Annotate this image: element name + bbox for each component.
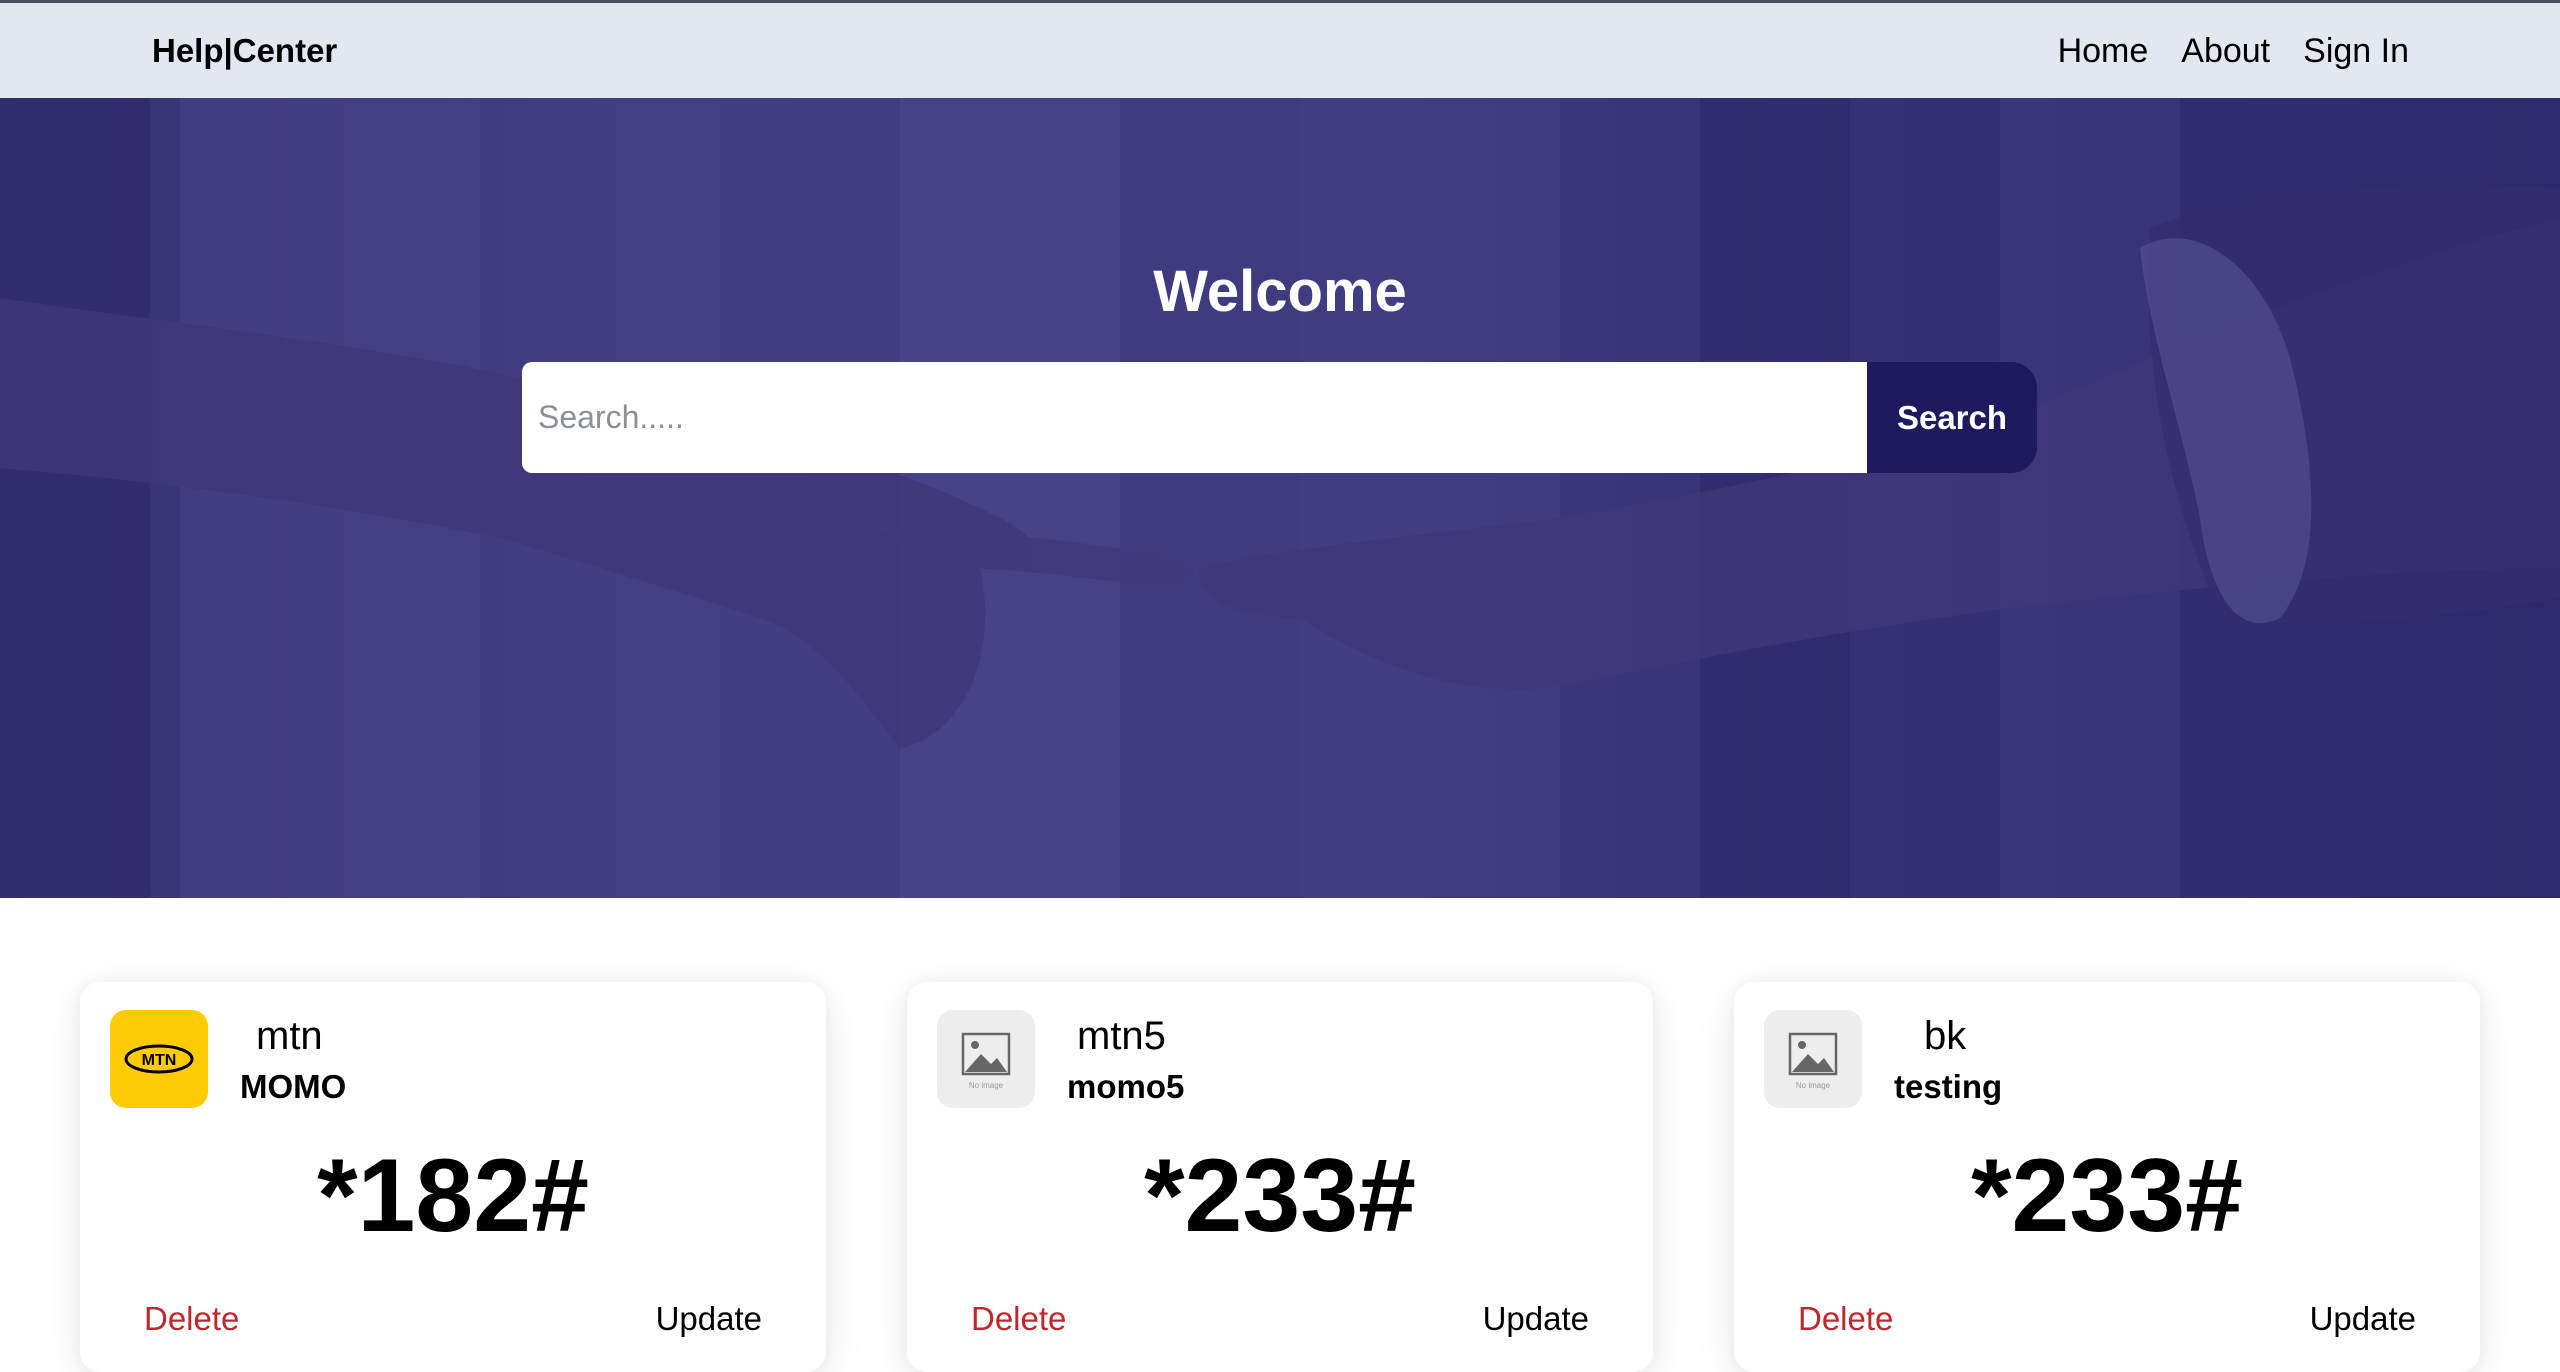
card-name: mtn — [256, 1014, 323, 1058]
delete-button[interactable]: Delete — [144, 1300, 239, 1338]
nav-links: Home About Sign In — [2058, 32, 2409, 71]
nav-link-about[interactable]: About — [2181, 32, 2270, 71]
hero-banner: Welcome Search — [0, 98, 2560, 898]
svg-text:MTN: MTN — [142, 1052, 177, 1069]
mtn-logo-icon: MTN — [124, 1044, 194, 1074]
no-image-placeholder: No image — [937, 1010, 1035, 1108]
service-card: MTN mtn MOMO *182# Delete Update — [80, 982, 826, 1372]
nav-link-sign-in[interactable]: Sign In — [2303, 32, 2409, 71]
ussd-code: *233# — [1971, 1138, 2243, 1254]
brand-logo-text[interactable]: Help|Center — [152, 32, 337, 70]
search-button[interactable]: Search — [1867, 362, 2037, 473]
service-card: No image bk testing *233# Delete Update — [1734, 982, 2480, 1372]
nav-link-home[interactable]: Home — [2058, 32, 2149, 71]
delete-button[interactable]: Delete — [1798, 1300, 1893, 1338]
svg-text:No image: No image — [969, 1081, 1004, 1090]
card-subtitle: testing — [1894, 1068, 2003, 1105]
ussd-code: *233# — [1144, 1138, 1416, 1254]
card-subtitle: MOMO — [240, 1068, 347, 1105]
update-button[interactable]: Update — [2310, 1300, 2416, 1338]
top-navbar: Help|Center Home About Sign In — [0, 0, 2560, 98]
update-button[interactable]: Update — [656, 1300, 762, 1338]
card-name: bk — [1924, 1014, 1967, 1058]
hero-background-image — [0, 98, 2560, 898]
ussd-code: *182# — [317, 1138, 589, 1254]
mtn-logo: MTN — [110, 1010, 208, 1108]
delete-button[interactable]: Delete — [971, 1300, 1066, 1338]
image-icon: No image — [1788, 1032, 1838, 1090]
update-button[interactable]: Update — [1483, 1300, 1589, 1338]
search-input[interactable] — [522, 362, 1867, 473]
image-icon: No image — [961, 1032, 1011, 1090]
svg-text:No image: No image — [1796, 1081, 1831, 1090]
card-subtitle: momo5 — [1067, 1068, 1185, 1105]
service-card: No image mtn5 momo5 *233# Delete Update — [907, 982, 1653, 1372]
no-image-placeholder: No image — [1764, 1010, 1862, 1108]
hero-title: Welcome — [1153, 259, 1407, 324]
card-name: mtn5 — [1077, 1014, 1166, 1058]
